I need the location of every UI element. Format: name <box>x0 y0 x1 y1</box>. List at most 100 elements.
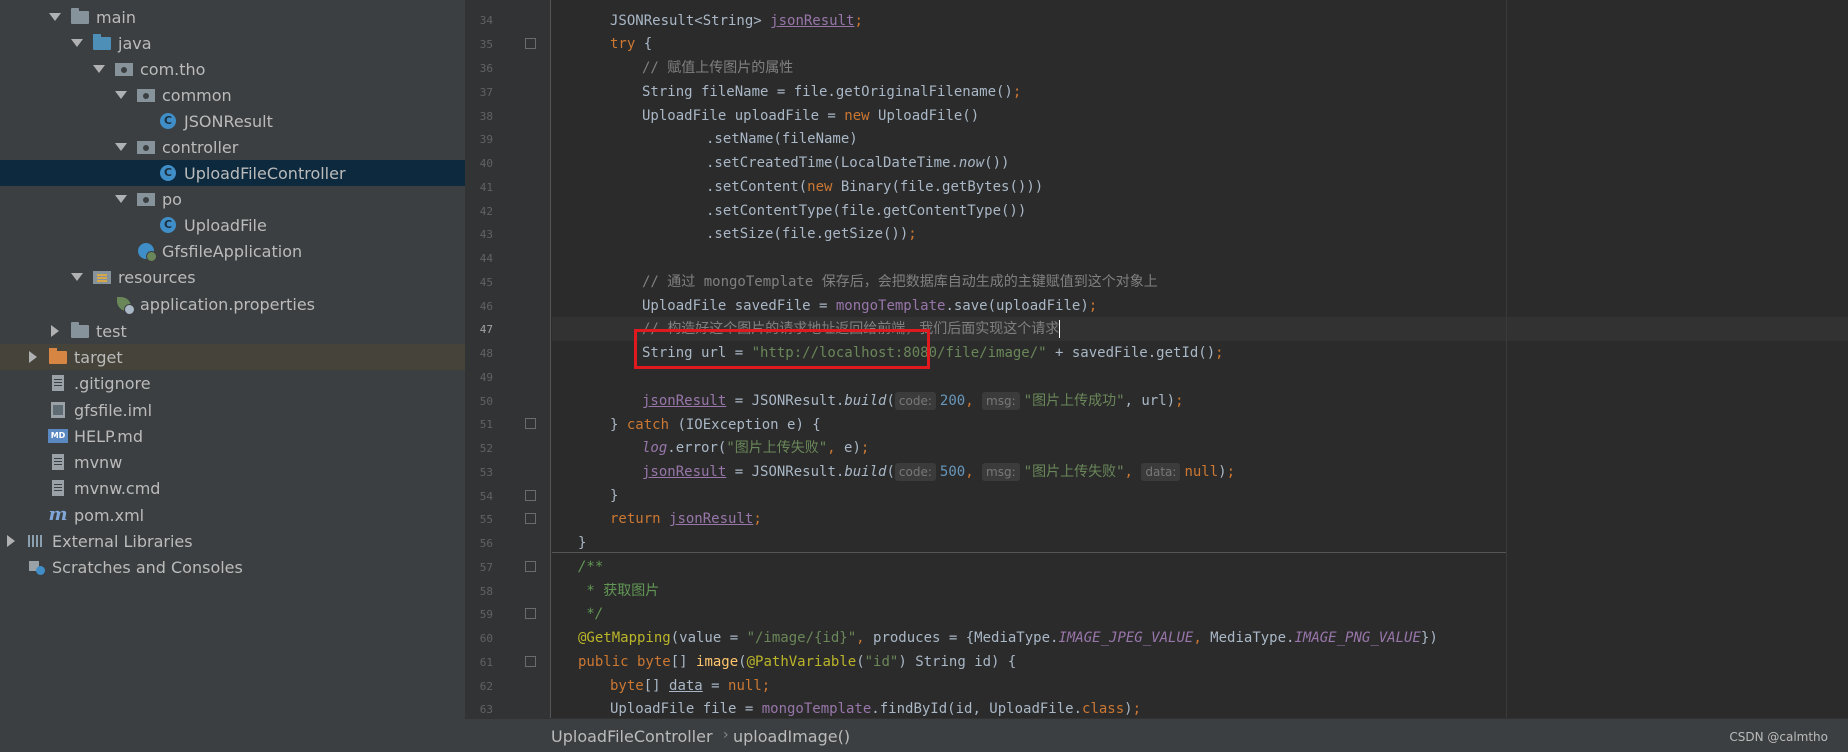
code-line-41[interactable]: .setContent(new Binary(file.getBytes())) <box>706 175 1043 199</box>
fold-icon[interactable] <box>525 608 536 619</box>
tree-item-gitignore[interactable]: .gitignore <box>0 370 465 396</box>
breadcrumb-class[interactable]: UploadFileController <box>551 727 713 746</box>
fold-icon[interactable] <box>525 490 536 501</box>
expanded-arrow-icon[interactable] <box>114 192 128 206</box>
resources-folder-icon <box>92 268 112 286</box>
collapsed-arrow-icon[interactable] <box>4 534 18 548</box>
spring-boot-class-icon <box>136 242 157 262</box>
tree-item-common[interactable]: common <box>0 82 465 108</box>
code-line-54[interactable]: } <box>610 484 618 508</box>
tree-item-java[interactable]: java <box>0 30 465 56</box>
method-separator <box>552 552 1506 553</box>
package-icon <box>114 60 134 78</box>
expanded-arrow-icon[interactable] <box>70 36 84 50</box>
line-number: 43 <box>479 228 493 241</box>
code-line-46[interactable]: UploadFile savedFile = mongoTemplate.sav… <box>642 294 1097 318</box>
code-line-60[interactable]: @GetMapping(value = "/image/{id}", produ… <box>578 626 1438 650</box>
tree-item-label: pom.xml <box>74 505 145 525</box>
tree-item-target[interactable]: target <box>0 344 465 370</box>
code-line-56[interactable]: } <box>578 531 586 555</box>
line-number: 39 <box>479 133 493 146</box>
tree-item-gfsfileapplication[interactable]: GfsfileApplication <box>0 238 465 264</box>
watermark: CSDN @calmtho <box>1729 730 1828 744</box>
text-file-icon <box>48 453 68 471</box>
tree-item-test[interactable]: test <box>0 318 465 344</box>
package-icon <box>136 138 156 156</box>
code-line-38[interactable]: UploadFile uploadFile = new UploadFile() <box>642 104 979 128</box>
collapsed-arrow-icon[interactable] <box>26 350 40 364</box>
code-line-45[interactable]: // 通过 mongoTemplate 保存后，会把数据库自动生成的主键赋值到这… <box>642 270 1158 294</box>
code-line-63[interactable]: UploadFile file = mongoTemplate.findById… <box>610 697 1141 718</box>
tree-item-label: test <box>96 321 127 341</box>
code-line-57[interactable]: /** <box>578 555 603 579</box>
fold-icon[interactable] <box>525 513 536 524</box>
code-line-62[interactable]: byte[] data = null; <box>610 674 770 698</box>
collapsed-arrow-icon[interactable] <box>48 324 62 338</box>
tree-item-label: UploadFile <box>184 215 267 235</box>
tree-item-label: GfsfileApplication <box>162 241 303 261</box>
tree-item-external-libraries[interactable]: External Libraries <box>0 528 465 554</box>
expanded-arrow-icon[interactable] <box>70 270 84 284</box>
code-line-35[interactable]: try { <box>610 32 652 56</box>
tree-item-application-properties[interactable]: application.properties <box>0 291 465 317</box>
expanded-arrow-icon[interactable] <box>48 10 62 24</box>
breadcrumb: UploadFileController › uploadImage() CSD… <box>465 718 1848 752</box>
line-number: 62 <box>479 680 493 693</box>
expanded-arrow-icon[interactable] <box>114 140 128 154</box>
fold-icon[interactable] <box>525 656 536 667</box>
code-line-58[interactable]: * 获取图片 <box>578 579 659 603</box>
line-number: 48 <box>479 347 493 360</box>
breadcrumb-method[interactable]: uploadImage() <box>733 727 850 746</box>
parameter-hint: data: <box>1141 463 1181 481</box>
code-line-37[interactable]: String fileName = file.getOriginalFilena… <box>642 80 1021 104</box>
code-line-39[interactable]: .setName(fileName) <box>706 127 858 151</box>
fold-icon[interactable] <box>525 38 536 49</box>
line-number: 56 <box>479 537 493 550</box>
tree-item-main[interactable]: main <box>0 4 465 30</box>
maven-icon: m <box>48 504 68 525</box>
tree-item-uploadfilecontroller[interactable]: C UploadFileController <box>0 160 465 186</box>
text-caret <box>1059 320 1061 338</box>
code-line-34[interactable]: JSONResult<String> jsonResult; <box>610 9 863 33</box>
code-line-53[interactable]: jsonResult = JSONResult.build(code: 500, … <box>642 460 1235 484</box>
parameter-hint: msg: <box>982 463 1020 481</box>
tree-item-mvnw[interactable]: mvnw <box>0 449 465 475</box>
code-line-61[interactable]: public byte[] image(@PathVariable("id") … <box>578 650 1016 674</box>
line-number: 60 <box>479 632 493 645</box>
tree-item-uploadfile[interactable]: C UploadFile <box>0 212 465 238</box>
package-icon <box>136 86 156 104</box>
tree-item-controller[interactable]: controller <box>0 134 465 160</box>
line-number: 40 <box>479 157 493 170</box>
tree-item-resources[interactable]: resources <box>0 264 465 290</box>
tree-item-scratches[interactable]: Scratches and Consoles <box>0 554 465 580</box>
tree-item-label: JSONResult <box>184 111 273 131</box>
code-line-59[interactable]: */ <box>578 602 603 626</box>
tree-item-mvnw-cmd[interactable]: mvnw.cmd <box>0 475 465 501</box>
tree-item-com-tho[interactable]: com.tho <box>0 56 465 82</box>
code-line-55[interactable]: return jsonResult; <box>610 507 762 531</box>
code-line-50[interactable]: jsonResult = JSONResult.build(code: 200, … <box>642 389 1184 413</box>
tree-item-pom-xml[interactable]: m pom.xml <box>0 502 465 528</box>
tree-item-label: target <box>74 347 123 367</box>
package-icon <box>136 190 156 208</box>
code-line-43[interactable]: .setSize(file.getSize()); <box>706 222 917 246</box>
tree-item-po[interactable]: po <box>0 186 465 212</box>
code-line-51[interactable]: } catch (IOException e) { <box>610 413 821 437</box>
fold-icon[interactable] <box>525 418 536 429</box>
code-line-52[interactable]: log.error("图片上传失败", e); <box>642 436 869 460</box>
expanded-arrow-icon[interactable] <box>114 88 128 102</box>
tree-item-help-md[interactable]: MD HELP.md <box>0 423 465 449</box>
code-line-36[interactable]: // 赋值上传图片的属性 <box>642 56 793 80</box>
expanded-arrow-icon[interactable] <box>92 62 106 76</box>
code-line-40[interactable]: .setCreatedTime(LocalDateTime.now()) <box>706 151 1009 175</box>
line-number: 61 <box>479 656 493 669</box>
scratches-icon <box>26 558 46 576</box>
editor-gutter[interactable]: 34 35 36 37 38 39 40 41 42 43 44 45 46 4… <box>465 0 551 718</box>
code-line-42[interactable]: .setContentType(file.getContentType()) <box>706 199 1026 223</box>
tree-item-gfsfile-iml[interactable]: gfsfile.iml <box>0 397 465 423</box>
line-number: 35 <box>479 38 493 51</box>
spring-properties-icon <box>114 295 135 315</box>
tree-item-label: mvnw.cmd <box>74 478 161 498</box>
tree-item-jsonresult[interactable]: C JSONResult <box>0 108 465 134</box>
fold-icon[interactable] <box>525 561 536 572</box>
